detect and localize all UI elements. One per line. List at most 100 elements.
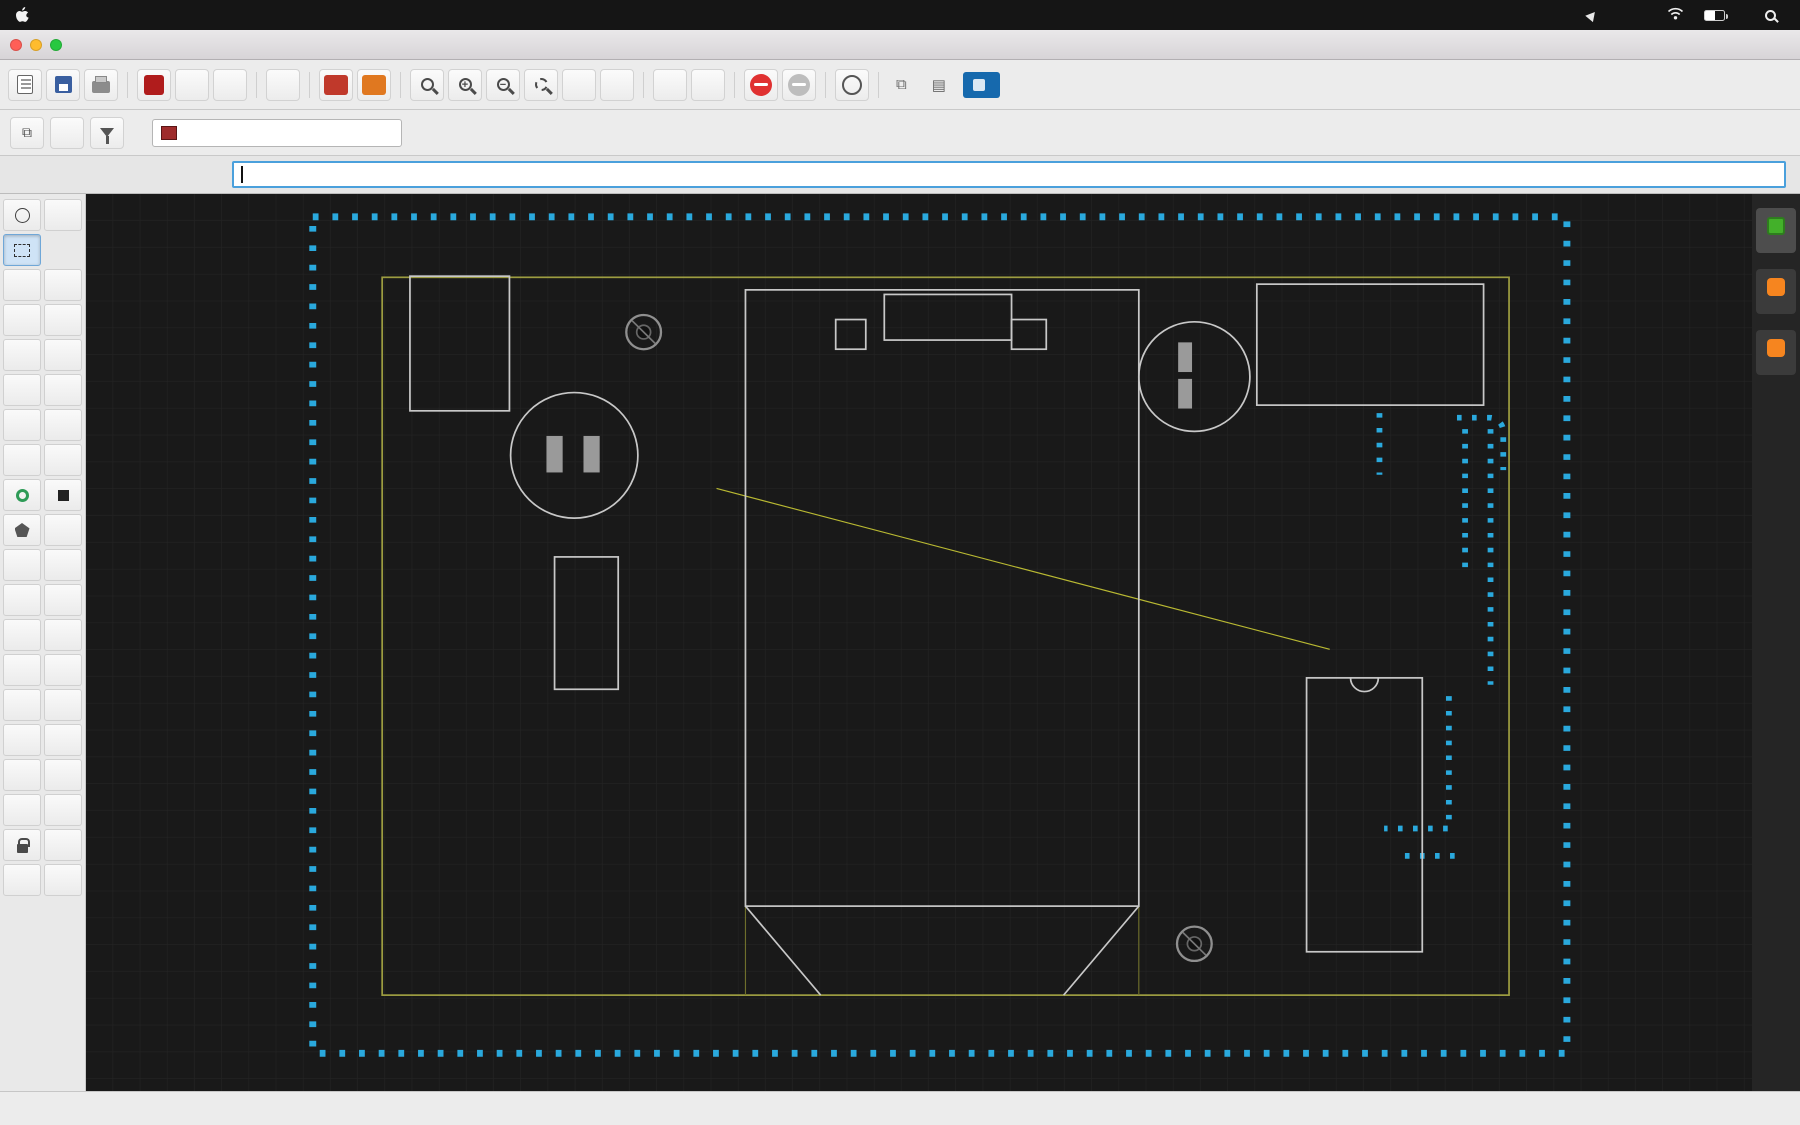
signal-tool[interactable] xyxy=(3,619,41,651)
polygon-icon xyxy=(14,523,30,537)
pcb-quote-button[interactable]: ▤ xyxy=(924,68,959,102)
run-script-button[interactable] xyxy=(319,68,353,101)
layer-color-swatch xyxy=(161,125,177,140)
move-tool[interactable] xyxy=(3,269,41,301)
attribute-tool[interactable] xyxy=(44,829,82,861)
footprint-tool[interactable] xyxy=(3,654,41,686)
delete-tool[interactable] xyxy=(3,374,41,406)
sheet-settings-button[interactable] xyxy=(175,68,209,101)
minimize-window-button[interactable] xyxy=(30,38,42,51)
zoom-window-button[interactable] xyxy=(50,38,62,51)
dots-tool[interactable] xyxy=(44,549,82,581)
probe-tool[interactable] xyxy=(3,794,41,826)
fusion-360-icon xyxy=(1767,278,1785,296)
dimension-tool[interactable] xyxy=(44,794,82,826)
tab-fusion-team[interactable] xyxy=(1756,330,1796,375)
spotlight-search-icon[interactable] xyxy=(1765,9,1776,21)
mirror-tool[interactable] xyxy=(44,269,82,301)
cam-processor-button[interactable] xyxy=(266,68,300,101)
pinswap-tool[interactable] xyxy=(3,724,41,756)
filter-button[interactable] xyxy=(90,116,124,149)
command-bar xyxy=(0,156,1800,194)
route-tool[interactable] xyxy=(3,409,41,441)
toolbar-separator xyxy=(256,71,257,98)
wifi-icon[interactable] xyxy=(1667,7,1684,23)
circle-tool[interactable] xyxy=(3,549,41,581)
menubar-status-area xyxy=(1567,7,1786,23)
value-tool[interactable] xyxy=(44,689,82,721)
location-icon[interactable] xyxy=(1585,8,1599,22)
grid-settings-button[interactable] xyxy=(50,116,84,149)
save-button[interactable] xyxy=(46,68,80,101)
window-titlebar[interactable] xyxy=(0,30,1800,60)
drill-tool[interactable] xyxy=(44,654,82,686)
help-button[interactable] xyxy=(835,68,869,101)
macos-menubar xyxy=(0,0,1800,30)
apple-menu-icon[interactable] xyxy=(14,7,30,23)
tab-manufacturing[interactable] xyxy=(1756,208,1796,253)
pcb-drawing[interactable] xyxy=(86,194,1752,1091)
frame-settings-button[interactable] xyxy=(213,68,247,101)
lock-tool[interactable] xyxy=(3,829,41,861)
name-tool[interactable] xyxy=(3,689,41,721)
change-tool[interactable] xyxy=(44,374,82,406)
zoom-select-button[interactable] xyxy=(524,68,558,101)
optimize-tool[interactable] xyxy=(44,444,82,476)
battery-icon[interactable] xyxy=(1704,9,1728,21)
schematic-chip-icon xyxy=(144,74,164,95)
toolbar-separator xyxy=(400,71,401,98)
print-button[interactable] xyxy=(84,68,118,101)
zoom-in-icon: + xyxy=(458,78,472,91)
rotate-tool[interactable] xyxy=(3,304,41,336)
smd-pad-tool[interactable] xyxy=(44,479,82,511)
tab-fusion-360[interactable] xyxy=(1756,269,1796,314)
text-tool[interactable] xyxy=(44,514,82,546)
align-tool[interactable] xyxy=(44,304,82,336)
right-tab-strip xyxy=(1752,194,1800,1091)
redo-button[interactable] xyxy=(691,68,725,101)
zoom-out-button[interactable]: − xyxy=(486,68,520,101)
arc-tool[interactable] xyxy=(3,584,41,616)
mark-button[interactable] xyxy=(600,68,634,101)
ripup-tool[interactable] xyxy=(44,409,82,441)
samac-button[interactable] xyxy=(962,71,1000,98)
open-board-button[interactable] xyxy=(8,68,42,101)
zoom-out-icon: − xyxy=(496,78,510,91)
command-input[interactable] xyxy=(234,167,1762,182)
smash-tool[interactable] xyxy=(3,759,41,791)
polygon-tool[interactable] xyxy=(3,514,41,546)
zoom-fit-button[interactable] xyxy=(410,68,444,101)
undo-button[interactable] xyxy=(653,68,687,101)
scr-icon xyxy=(324,74,348,95)
copy-tool[interactable] xyxy=(3,339,41,371)
ratsnest-tool[interactable] xyxy=(44,724,82,756)
stop-button[interactable] xyxy=(744,68,778,101)
route-differential-tool[interactable] xyxy=(3,444,41,476)
design-link-button[interactable]: ⧉ xyxy=(888,68,920,102)
toolbar-separator xyxy=(734,71,735,98)
zoom-select-icon xyxy=(534,78,548,91)
thermal-tool[interactable] xyxy=(44,759,82,791)
show-tool[interactable] xyxy=(44,199,82,231)
traffic-lights xyxy=(10,38,62,51)
go-button[interactable] xyxy=(782,68,816,101)
zoom-in-button[interactable]: + xyxy=(448,68,482,101)
dash-style-tool[interactable] xyxy=(3,864,41,896)
zoom-redraw-button[interactable] xyxy=(562,68,596,101)
layer-settings-button[interactable]: ⧉ xyxy=(10,116,44,149)
close-window-button[interactable] xyxy=(10,38,22,51)
slice-tool[interactable] xyxy=(44,584,82,616)
run-ulp-button[interactable] xyxy=(357,68,391,101)
command-input-wrapper xyxy=(232,161,1786,188)
ulp-icon xyxy=(362,74,386,95)
via-tool[interactable] xyxy=(3,479,41,511)
switch-to-schematic-button[interactable] xyxy=(137,68,171,101)
layer-dropdown[interactable] xyxy=(152,118,402,147)
info-tool[interactable] xyxy=(3,199,41,231)
samac-logo-icon xyxy=(972,78,985,91)
paste-tool[interactable] xyxy=(44,339,82,371)
group-tool[interactable] xyxy=(3,234,41,266)
meander-tool[interactable] xyxy=(44,619,82,651)
board-canvas[interactable] xyxy=(86,194,1752,1091)
autoroute-tool[interactable] xyxy=(44,864,82,896)
